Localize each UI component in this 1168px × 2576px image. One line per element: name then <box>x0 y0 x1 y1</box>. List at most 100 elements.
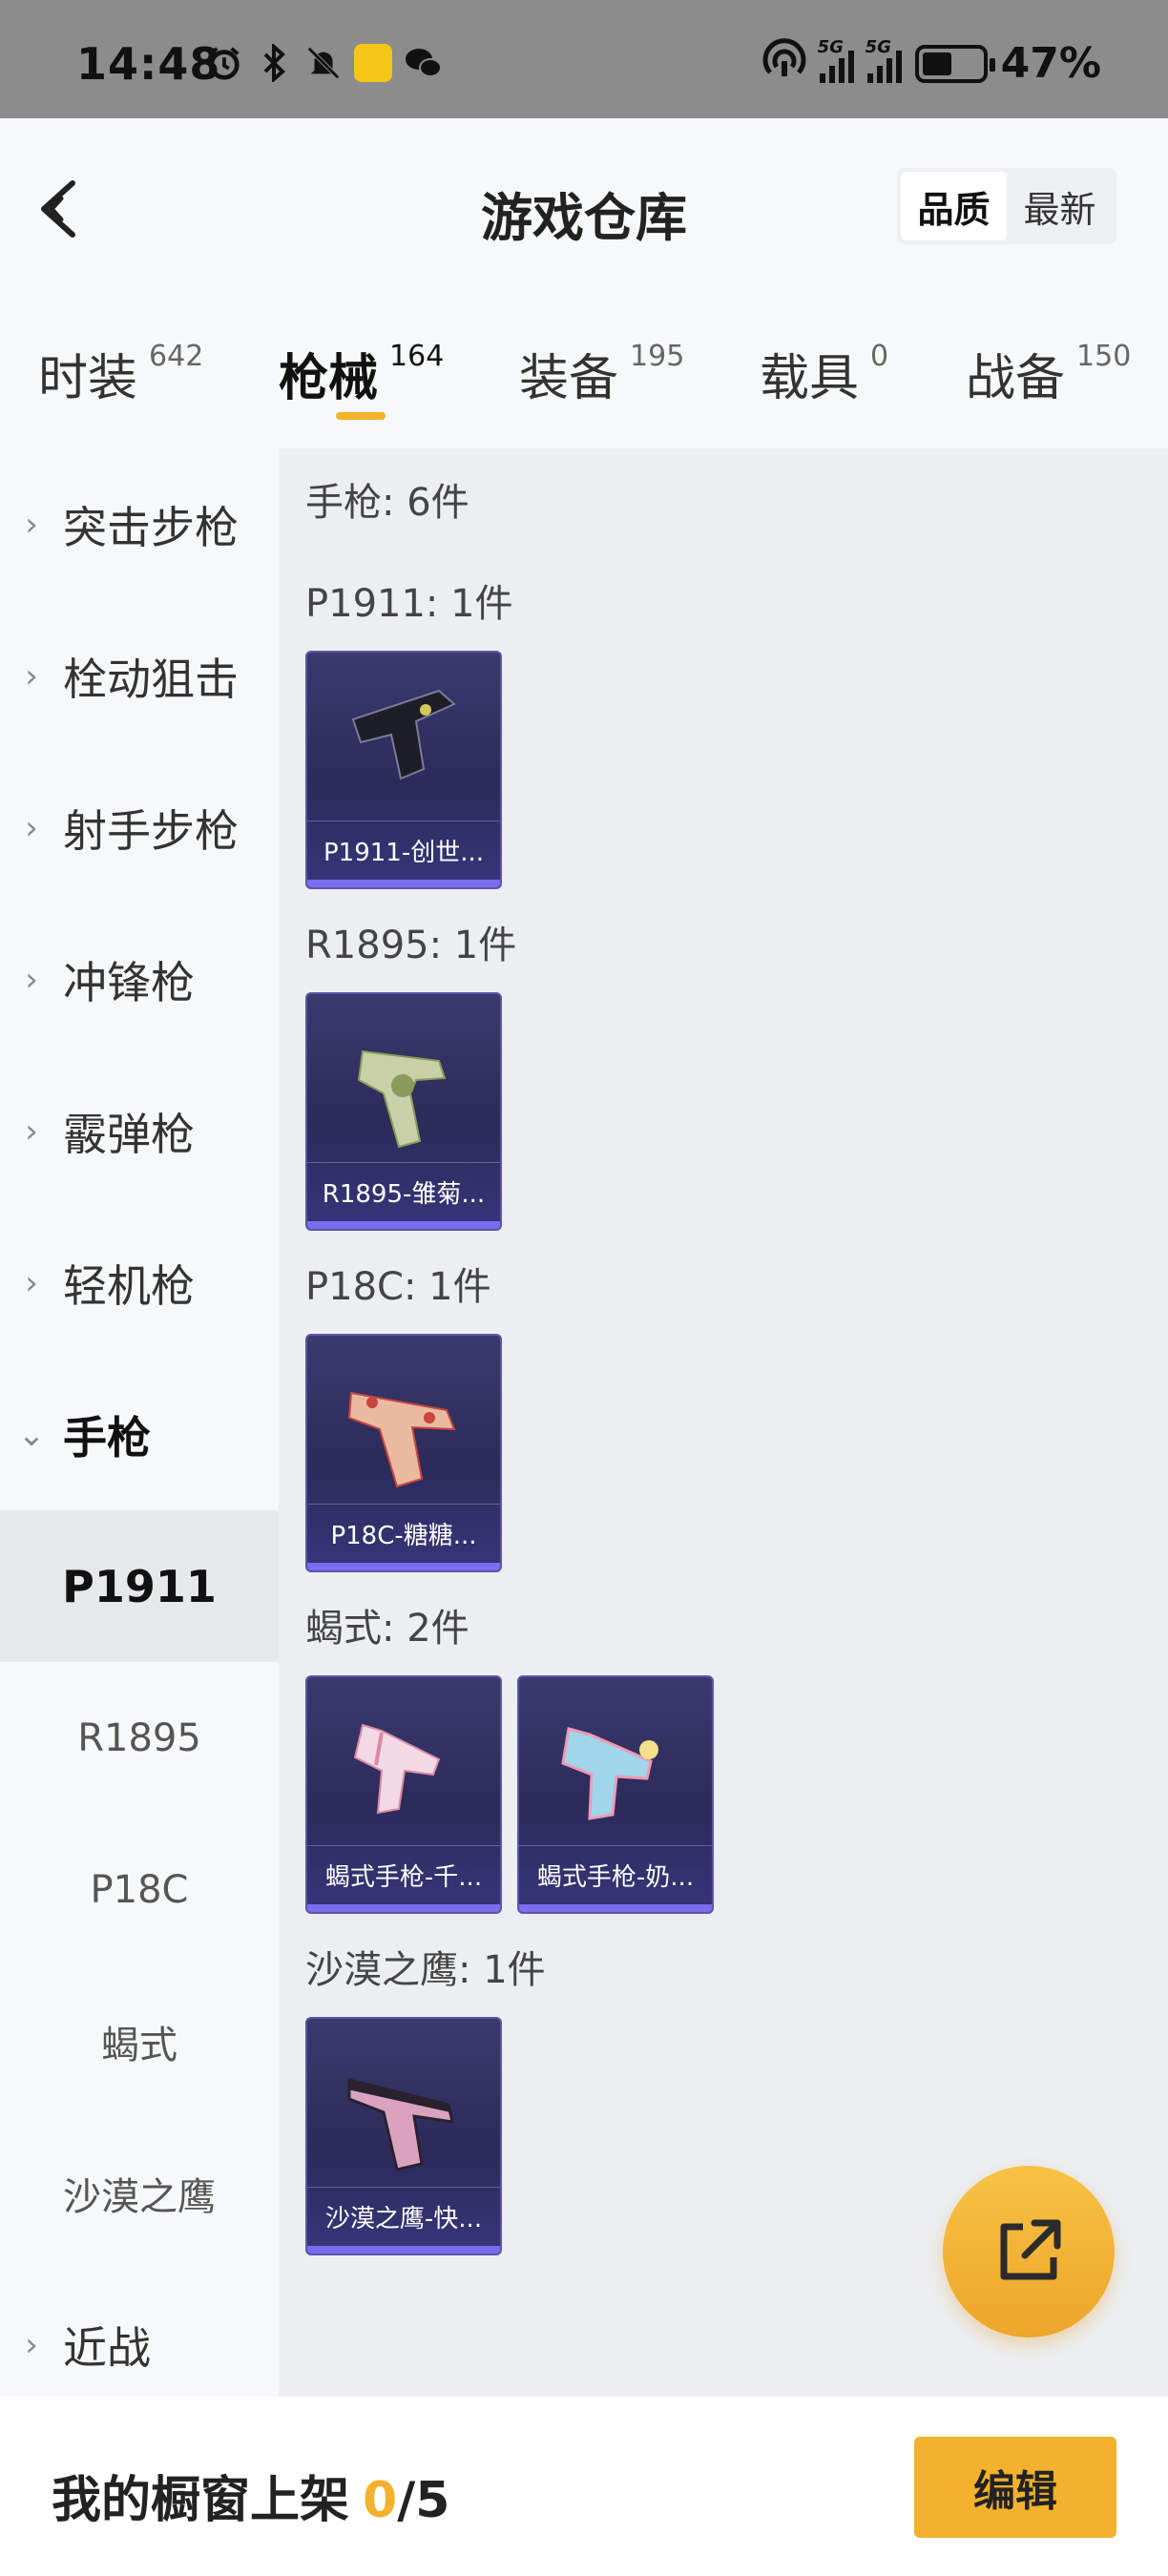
tab-equipment[interactable]: 装备 195 <box>519 338 684 409</box>
pistol-icon <box>347 2078 454 2171</box>
network-label-1: 5G <box>817 36 844 57</box>
weapon-card[interactable]: 蝎式手枪-千... <box>305 1675 502 1914</box>
smg-pistol-icon <box>353 1723 441 1815</box>
sidebar-item-lmg[interactable]: › 轻机枪 <box>0 1207 279 1359</box>
tab-label: 装备 <box>519 350 619 407</box>
showcase-status: 我的橱窗上架 0 /5 <box>52 2460 449 2531</box>
smg-pistol-icon <box>561 1727 658 1820</box>
group-label-scorpion: 蝎式: 2件 <box>305 1607 469 1651</box>
sidebar-item-label: 手枪 <box>63 1411 151 1464</box>
sidebar-item-label: 近战 <box>63 2321 151 2374</box>
sidebar-item-label: 突击步枪 <box>63 501 239 553</box>
weapon-name: 蝎式手枪-奶... <box>519 1845 712 1904</box>
sort-quality-button[interactable]: 品质 <box>901 172 1007 240</box>
sidebar-item-smg[interactable]: › 冲锋枪 <box>0 904 279 1055</box>
status-time: 14:48 <box>76 38 221 90</box>
sidebar-subitem-p18c[interactable]: P18C <box>0 1814 279 1965</box>
edit-button[interactable]: 编辑 <box>914 2437 1116 2538</box>
sidebar-item-label: 冲锋枪 <box>63 956 195 1008</box>
weapon-name: 蝎式手枪-千... <box>307 1845 500 1904</box>
tab-label: 载具 <box>760 350 860 407</box>
weapon-card[interactable]: 蝎式手枪-奶... <box>517 1675 714 1914</box>
status-right: 5G 5G 47% <box>762 37 1101 89</box>
sidebar-item-bolt-sniper[interactable]: › 栓动狙击 <box>0 600 279 752</box>
tab-count: 164 <box>389 340 445 373</box>
group-label-p18c: P18C: 1件 <box>305 1265 491 1309</box>
sort-latest-button[interactable]: 最新 <box>1007 172 1113 240</box>
chevron-right-icon: › <box>25 1111 38 1151</box>
tab-vehicles[interactable]: 载具 0 <box>760 338 888 409</box>
sidebar-subitem-p1911[interactable]: P1911 <box>0 1510 279 1662</box>
alarm-icon <box>205 44 243 82</box>
hotspot-icon <box>762 38 806 89</box>
sort-toggle: 品质 最新 <box>897 168 1116 244</box>
tab-label: 战备 <box>966 350 1066 407</box>
battery-percent: 47% <box>1000 39 1101 88</box>
status-notification-icons <box>205 44 442 82</box>
showcase-total-count: /5 <box>397 2472 450 2529</box>
sidebar-item-pistol[interactable]: ⌄ 手枪 <box>0 1359 279 1510</box>
tab-count: 0 <box>870 340 889 373</box>
wechat-icon <box>404 44 442 82</box>
group-label-desert-eagle: 沙漠之鹰: 1件 <box>305 1948 546 1992</box>
weapon-name: P18C-糖糖... <box>307 1504 500 1563</box>
weapon-card[interactable]: P1911-创世... <box>305 651 502 889</box>
rarity-bar <box>307 880 500 887</box>
tab-firearms[interactable]: 枪械 164 <box>279 338 444 409</box>
weapon-type-sidebar: › 突击步枪 › 栓动狙击 › 射手步枪 › 冲锋枪 › 霰弹枪 › 轻机枪 ⌄… <box>0 448 279 2397</box>
weapon-card[interactable]: P18C-糖糖... <box>305 1334 502 1572</box>
tab-fashion[interactable]: 时装 642 <box>38 338 203 409</box>
category-tabs: 时装 642 枪械 164 装备 195 载具 0 战备 150 <box>0 290 1168 448</box>
share-external-icon <box>1000 2219 1061 2280</box>
rarity-bar <box>519 1904 712 1912</box>
showcase-current-count: 0 <box>363 2472 398 2529</box>
active-tab-indicator <box>336 412 386 420</box>
weapon-card[interactable]: R1895-雏菊... <box>305 992 502 1231</box>
chevron-right-icon: › <box>25 656 38 696</box>
network-label-2: 5G <box>865 36 891 57</box>
chevron-right-icon: › <box>25 505 38 544</box>
sidebar-item-label: 霰弹枪 <box>63 1108 195 1160</box>
tab-count: 195 <box>630 340 685 373</box>
weapon-list: 手枪: 6件 P1911: 1件 P1911-创世... R1895: 1件 R… <box>279 448 1168 2397</box>
showcase-bar: 我的橱窗上架 0 /5 编辑 <box>0 2397 1168 2576</box>
app-icon <box>354 44 392 82</box>
pistol-icon <box>347 1391 456 1488</box>
sidebar-subitem-r1895[interactable]: R1895 <box>0 1662 279 1814</box>
chevron-right-icon: › <box>25 1263 38 1302</box>
group-label-p1911: P1911: 1件 <box>305 582 513 626</box>
signal-1-icon: 5G <box>818 37 854 83</box>
tab-label: 时装 <box>38 350 138 407</box>
bluetooth-icon <box>255 44 293 82</box>
share-button[interactable] <box>943 2166 1115 2337</box>
sidebar-subitem-scorpion[interactable]: 蝎式 <box>0 1965 279 2117</box>
chevron-right-icon: › <box>25 2325 38 2364</box>
chevron-down-icon: ⌄ <box>17 1415 46 1454</box>
tab-count: 150 <box>1076 340 1132 373</box>
battery-icon <box>914 44 995 83</box>
revolver-icon <box>357 1049 447 1149</box>
sidebar-item-assault-rifle[interactable]: › 突击步枪 <box>0 448 279 600</box>
weapon-card[interactable]: 沙漠之鹰-快... <box>305 2017 502 2255</box>
tab-count: 642 <box>149 340 204 373</box>
weapon-name: P1911-创世... <box>307 821 500 880</box>
sidebar-subitem-desert-eagle[interactable]: 沙漠之鹰 <box>0 2117 279 2269</box>
group-label-r1895: R1895: 1件 <box>305 924 517 967</box>
sidebar-item-label: 栓动狙击 <box>63 653 239 705</box>
sidebar-item-marksman[interactable]: › 射手步枪 <box>0 752 279 904</box>
rarity-bar <box>307 1904 500 1912</box>
status-bar: 14:48 5G 5G 47% <box>0 0 1168 118</box>
weapon-name: 沙漠之鹰-快... <box>307 2187 500 2246</box>
sidebar-item-label: 轻机枪 <box>63 1259 195 1312</box>
mute-icon <box>304 44 343 82</box>
signal-2-icon: 5G <box>866 37 902 83</box>
app-header: 游戏仓库 品质 最新 <box>0 118 1168 290</box>
showcase-label: 我的橱窗上架 <box>52 2472 350 2529</box>
rarity-bar <box>307 2246 500 2254</box>
weapon-name: R1895-雏菊... <box>307 1162 500 1221</box>
sidebar-item-shotgun[interactable]: › 霰弹枪 <box>0 1055 279 1207</box>
tab-label: 枪械 <box>279 350 379 407</box>
chevron-right-icon: › <box>25 808 38 847</box>
tab-combat-gear[interactable]: 战备 150 <box>966 338 1131 409</box>
pistol-summary: 手枪: 6件 <box>305 481 469 525</box>
